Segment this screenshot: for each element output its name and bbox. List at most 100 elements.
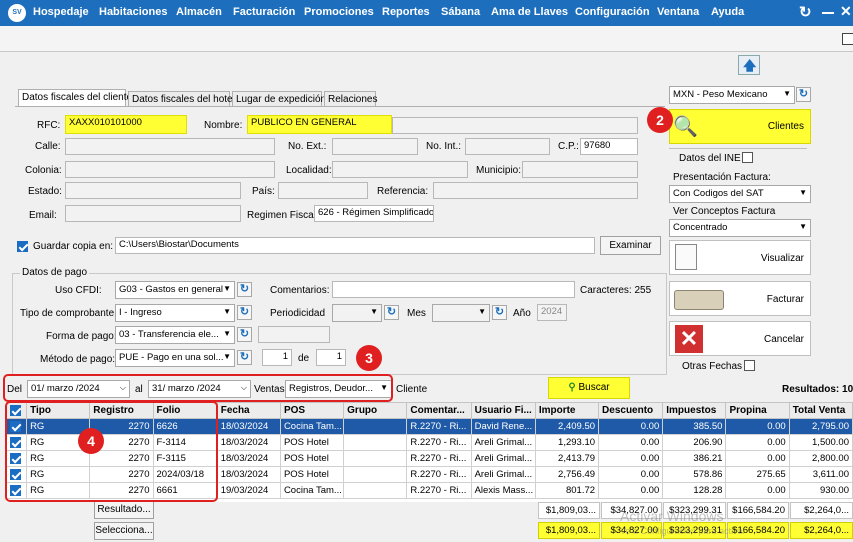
cell-grupo [343,466,408,483]
forma-pago-select[interactable]: 03 - Transferencia ele... ▼ [115,326,235,344]
col-importe[interactable]: Importe [534,402,600,419]
chevron-down-icon: ▼ [223,284,231,293]
estado-field[interactable] [65,182,241,199]
email-field[interactable] [65,205,241,222]
selecciona-button[interactable]: Selecciona... [94,522,154,540]
chevron-down-icon: ▼ [223,329,231,338]
cell-impuestos: 386.21 [662,450,727,467]
metodo-pago-refresh-icon[interactable]: ↻ [237,350,252,365]
scroll-up-button[interactable]: 🡅 [738,55,760,75]
uso-cfdi-label: Uso CFDI: [55,285,102,296]
minimize-icon[interactable] [822,12,834,14]
cell-pos: Cocina Tam... [279,418,345,435]
col-fecha[interactable]: Fecha [216,402,281,419]
tab-lugar-expedicion[interactable]: Lugar de expedición [232,91,326,107]
localidad-field[interactable] [332,161,468,178]
col-comentario[interactable]: Comentar... [406,402,472,419]
buscar-button[interactable]: ⚲ Buscar [548,377,630,399]
menu-ama-de-llaves[interactable]: Ama de Llaves [491,6,568,18]
col-impuestos[interactable]: Impuestos [662,402,727,419]
noint-field[interactable] [465,138,550,155]
cell-fecha: 18/03/2024 [216,434,281,451]
menu-ventana[interactable]: Ventana [657,6,699,18]
menu-hospedaje[interactable]: Hospedaje [33,6,89,18]
rfc-field[interactable]: XAXX010101000 [65,115,187,134]
tipo-comp-label: Tipo de comprobante: [20,308,117,319]
otras-fechas-label: Otras Fechas [682,361,743,372]
cancelar-button[interactable]: ✕ Cancelar [669,321,811,356]
cell-comentario: R.2270 - Ri... [406,466,472,483]
cell-pos: POS Hotel [279,466,345,483]
metodo-pago-select[interactable]: PUE - Pago en una sol... ▼ [115,349,235,367]
refresh-icon[interactable]: ↻ [799,4,817,22]
restore-icon[interactable] [842,33,853,45]
col-pos[interactable]: POS [279,402,345,419]
presentacion-select[interactable]: Con Codigos del SAT ▼ [669,185,811,203]
menu-sabana[interactable]: Sábana [441,6,480,18]
nombre-field-rest[interactable] [392,117,638,134]
noext-field[interactable] [332,138,418,155]
otras-fechas-checkbox[interactable] [744,360,755,371]
uso-cfdi-refresh-icon[interactable]: ↻ [237,282,252,297]
periodicidad-refresh-icon[interactable]: ↻ [384,305,399,320]
clientes-button[interactable]: 🔍 Clientes [669,109,811,144]
colonia-field[interactable] [65,161,275,178]
calle-field[interactable] [65,138,275,155]
guardar-path-field[interactable]: C:\Users\Biostar\Documents [115,237,595,254]
menu-facturacion[interactable]: Facturación [233,6,295,18]
chevron-down-icon: ▼ [783,89,791,98]
mes-select[interactable]: ▼ [432,304,490,322]
menu-habitaciones[interactable]: Habitaciones [99,6,167,18]
comentarios-field[interactable] [332,281,575,298]
col-descuento[interactable]: Descuento [598,402,664,419]
menu-promociones[interactable]: Promociones [304,6,374,18]
anio-field[interactable]: 2024 [537,304,567,321]
cp-field[interactable]: 97680 [580,138,638,155]
visualizar-button[interactable]: Visualizar [669,240,811,275]
menu-reportes[interactable]: Reportes [382,6,430,18]
magnifier-icon: 🔍 [673,116,698,138]
menu-ayuda[interactable]: Ayuda [711,6,744,18]
chevron-down-icon: ▼ [478,307,486,316]
menu-configuracion[interactable]: Configuración [575,6,650,18]
col-propina[interactable]: Propina [725,402,790,419]
mes-refresh-icon[interactable]: ↻ [492,305,507,320]
examinar-button[interactable]: Examinar [600,236,661,255]
facturar-button[interactable]: Facturar [669,281,811,316]
regimen-field[interactable]: 626 - Régimen Simplificado c [314,205,434,222]
cell-propina: 275.65 [725,466,790,483]
cell-impuestos: 206.90 [662,434,727,451]
tab-datos-hotel[interactable]: Datos fiscales del hotel [128,91,235,107]
cell-grupo [343,418,408,435]
tab-datos-cliente[interactable]: Datos fiscales del cliente [18,89,132,107]
tipo-comp-refresh-icon[interactable]: ↻ [237,305,252,320]
resultado-button[interactable]: Resultado... [94,501,154,519]
periodicidad-select[interactable]: ▼ [332,304,382,322]
app-logo: SV [8,4,26,22]
tab-relaciones[interactable]: Relaciones [324,91,377,107]
nombre-field[interactable]: PUBLICO EN GENERAL [247,115,392,134]
close-icon[interactable]: ✕ [840,3,852,20]
forma-pago-extra-field[interactable] [258,326,330,343]
uso-cfdi-select[interactable]: G03 - Gastos en general ▼ [115,281,235,299]
guardar-copia-checkbox[interactable] [17,241,28,252]
municipio-field[interactable] [522,161,638,178]
referencia-field[interactable] [433,182,638,199]
datos-ine-checkbox[interactable] [742,152,753,163]
parcialidad-field[interactable]: 1 [262,349,292,366]
regimen-label: Regimen Fiscal: [247,210,319,221]
pais-field[interactable] [278,182,368,199]
col-grupo[interactable]: Grupo [343,402,408,419]
ver-conceptos-select[interactable]: Concentrado ▼ [669,219,811,237]
col-total-venta[interactable]: Total Venta [788,402,853,419]
localidad-label: Localidad: [286,165,332,176]
forma-pago-refresh-icon[interactable]: ↻ [237,327,252,342]
moneda-refresh-icon[interactable]: ↻ [796,87,811,102]
moneda-select[interactable]: MXN - Peso Mexicano ▼ [669,86,795,104]
menu-almacen[interactable]: Almacén [176,6,222,18]
col-usuario[interactable]: Usuario Fi... [470,402,536,419]
parcialidades-total-field[interactable]: 1 [316,349,346,366]
cell-usuario: Areli Grimal... [470,434,536,451]
guardar-copia-label: Guardar copia en: [33,241,114,252]
tipo-comp-select[interactable]: I - Ingreso ▼ [115,304,235,322]
